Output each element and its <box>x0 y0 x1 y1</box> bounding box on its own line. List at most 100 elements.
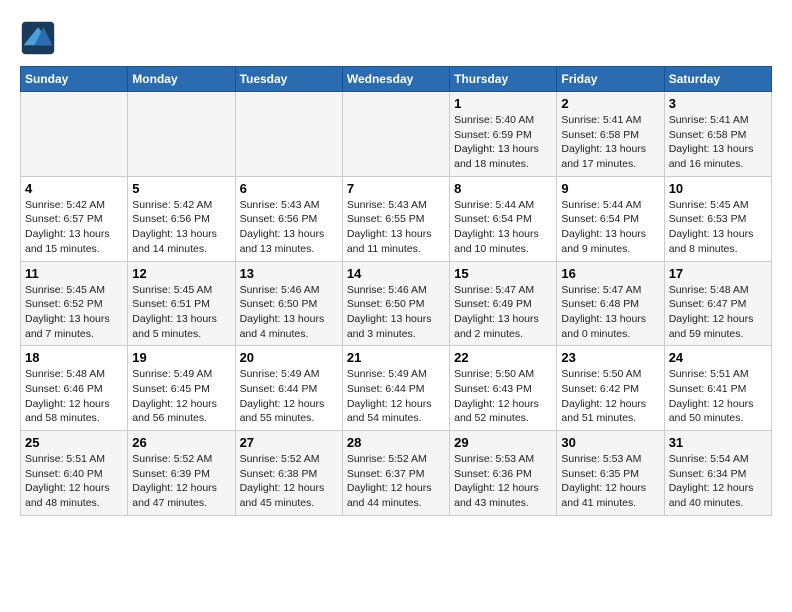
weekday-header-tuesday: Tuesday <box>235 67 342 92</box>
day-info: Sunrise: 5:45 AM Sunset: 6:52 PM Dayligh… <box>25 283 123 342</box>
calendar-week-4: 18 Sunrise: 5:48 AM Sunset: 6:46 PM Dayli… <box>21 346 772 431</box>
weekday-header-thursday: Thursday <box>450 67 557 92</box>
weekday-row: SundayMondayTuesdayWednesdayThursdayFrid… <box>21 67 772 92</box>
day-number: 9 <box>561 181 659 196</box>
day-number: 5 <box>132 181 230 196</box>
calendar-cell: 31 Sunrise: 5:54 AM Sunset: 6:34 PM Dayli… <box>664 431 771 516</box>
day-number: 29 <box>454 435 552 450</box>
day-info: Sunrise: 5:49 AM Sunset: 6:44 PM Dayligh… <box>347 367 445 426</box>
logo-icon <box>20 20 56 56</box>
calendar-cell <box>128 92 235 177</box>
calendar-cell: 25 Sunrise: 5:51 AM Sunset: 6:40 PM Dayli… <box>21 431 128 516</box>
calendar-cell: 28Sunrise: 5:52 AM Sunset: 6:37 PM Dayli… <box>342 431 449 516</box>
calendar-cell: 11 Sunrise: 5:45 AM Sunset: 6:52 PM Dayli… <box>21 261 128 346</box>
day-info: Sunrise: 5:45 AM Sunset: 6:53 PM Dayligh… <box>669 198 767 257</box>
day-number: 15 <box>454 266 552 281</box>
day-number: 4 <box>25 181 123 196</box>
day-info: Sunrise: 5:53 AM Sunset: 6:36 PM Dayligh… <box>454 452 552 511</box>
day-number: 17 <box>669 266 767 281</box>
calendar-cell: 8 Sunrise: 5:44 AM Sunset: 6:54 PM Daylig… <box>450 176 557 261</box>
day-info: Sunrise: 5:53 AM Sunset: 6:35 PM Dayligh… <box>561 452 659 511</box>
day-number: 2 <box>561 96 659 111</box>
day-info: Sunrise: 5:50 AM Sunset: 6:43 PM Dayligh… <box>454 367 552 426</box>
day-info: Sunrise: 5:43 AM Sunset: 6:55 PM Dayligh… <box>347 198 445 257</box>
day-number: 11 <box>25 266 123 281</box>
day-info: Sunrise: 5:44 AM Sunset: 6:54 PM Dayligh… <box>454 198 552 257</box>
day-info: Sunrise: 5:42 AM Sunset: 6:57 PM Dayligh… <box>25 198 123 257</box>
day-info: Sunrise: 5:51 AM Sunset: 6:40 PM Dayligh… <box>25 452 123 511</box>
day-number: 7 <box>347 181 445 196</box>
calendar-cell: 18 Sunrise: 5:48 AM Sunset: 6:46 PM Dayli… <box>21 346 128 431</box>
day-number: 22 <box>454 350 552 365</box>
calendar-cell: 6 Sunrise: 5:43 AM Sunset: 6:56 PM Daylig… <box>235 176 342 261</box>
day-info: Sunrise: 5:49 AM Sunset: 6:45 PM Dayligh… <box>132 367 230 426</box>
day-info: Sunrise: 5:49 AM Sunset: 6:44 PM Dayligh… <box>240 367 338 426</box>
day-number: 6 <box>240 181 338 196</box>
calendar-cell: 20 Sunrise: 5:49 AM Sunset: 6:44 PM Dayli… <box>235 346 342 431</box>
day-number: 24 <box>669 350 767 365</box>
calendar-week-2: 4 Sunrise: 5:42 AM Sunset: 6:57 PM Daylig… <box>21 176 772 261</box>
day-number: 16 <box>561 266 659 281</box>
logo <box>20 20 60 56</box>
day-number: 31 <box>669 435 767 450</box>
weekday-header-friday: Friday <box>557 67 664 92</box>
calendar-cell: 5Sunrise: 5:42 AM Sunset: 6:56 PM Daylig… <box>128 176 235 261</box>
day-number: 20 <box>240 350 338 365</box>
calendar-cell: 9Sunrise: 5:44 AM Sunset: 6:54 PM Daylig… <box>557 176 664 261</box>
day-info: Sunrise: 5:45 AM Sunset: 6:51 PM Dayligh… <box>132 283 230 342</box>
weekday-header-monday: Monday <box>128 67 235 92</box>
day-info: Sunrise: 5:47 AM Sunset: 6:48 PM Dayligh… <box>561 283 659 342</box>
day-number: 27 <box>240 435 338 450</box>
weekday-header-sunday: Sunday <box>21 67 128 92</box>
calendar-cell: 27 Sunrise: 5:52 AM Sunset: 6:38 PM Dayli… <box>235 431 342 516</box>
day-number: 14 <box>347 266 445 281</box>
calendar-cell: 1 Sunrise: 5:40 AM Sunset: 6:59 PM Daylig… <box>450 92 557 177</box>
calendar-cell: 24 Sunrise: 5:51 AM Sunset: 6:41 PM Dayli… <box>664 346 771 431</box>
day-info: Sunrise: 5:50 AM Sunset: 6:42 PM Dayligh… <box>561 367 659 426</box>
day-info: Sunrise: 5:52 AM Sunset: 6:38 PM Dayligh… <box>240 452 338 511</box>
day-info: Sunrise: 5:48 AM Sunset: 6:47 PM Dayligh… <box>669 283 767 342</box>
day-number: 26 <box>132 435 230 450</box>
calendar-cell: 7 Sunrise: 5:43 AM Sunset: 6:55 PM Daylig… <box>342 176 449 261</box>
day-info: Sunrise: 5:52 AM Sunset: 6:37 PM Dayligh… <box>347 452 445 511</box>
calendar-cell: 2 Sunrise: 5:41 AM Sunset: 6:58 PM Daylig… <box>557 92 664 177</box>
day-info: Sunrise: 5:41 AM Sunset: 6:58 PM Dayligh… <box>561 113 659 172</box>
day-info: Sunrise: 5:52 AM Sunset: 6:39 PM Dayligh… <box>132 452 230 511</box>
calendar-cell: 30Sunrise: 5:53 AM Sunset: 6:35 PM Dayli… <box>557 431 664 516</box>
weekday-header-wednesday: Wednesday <box>342 67 449 92</box>
day-number: 12 <box>132 266 230 281</box>
calendar-cell <box>342 92 449 177</box>
day-info: Sunrise: 5:46 AM Sunset: 6:50 PM Dayligh… <box>347 283 445 342</box>
calendar-week-1: 1 Sunrise: 5:40 AM Sunset: 6:59 PM Daylig… <box>21 92 772 177</box>
day-number: 18 <box>25 350 123 365</box>
calendar-cell: 26 Sunrise: 5:52 AM Sunset: 6:39 PM Dayli… <box>128 431 235 516</box>
calendar-cell: 10 Sunrise: 5:45 AM Sunset: 6:53 PM Dayli… <box>664 176 771 261</box>
calendar-cell: 14 Sunrise: 5:46 AM Sunset: 6:50 PM Dayli… <box>342 261 449 346</box>
day-number: 19 <box>132 350 230 365</box>
day-info: Sunrise: 5:40 AM Sunset: 6:59 PM Dayligh… <box>454 113 552 172</box>
day-number: 23 <box>561 350 659 365</box>
calendar-header: SundayMondayTuesdayWednesdayThursdayFrid… <box>21 67 772 92</box>
calendar-cell: 12 Sunrise: 5:45 AM Sunset: 6:51 PM Dayli… <box>128 261 235 346</box>
day-info: Sunrise: 5:51 AM Sunset: 6:41 PM Dayligh… <box>669 367 767 426</box>
calendar-body: 1 Sunrise: 5:40 AM Sunset: 6:59 PM Daylig… <box>21 92 772 516</box>
calendar-cell: 22 Sunrise: 5:50 AM Sunset: 6:43 PM Dayli… <box>450 346 557 431</box>
day-number: 10 <box>669 181 767 196</box>
day-number: 1 <box>454 96 552 111</box>
calendar-cell: 19 Sunrise: 5:49 AM Sunset: 6:45 PM Dayli… <box>128 346 235 431</box>
calendar-cell: 13Sunrise: 5:46 AM Sunset: 6:50 PM Dayli… <box>235 261 342 346</box>
day-info: Sunrise: 5:47 AM Sunset: 6:49 PM Dayligh… <box>454 283 552 342</box>
calendar-cell: 3Sunrise: 5:41 AM Sunset: 6:58 PM Daylig… <box>664 92 771 177</box>
day-number: 8 <box>454 181 552 196</box>
day-info: Sunrise: 5:41 AM Sunset: 6:58 PM Dayligh… <box>669 113 767 172</box>
calendar-table: SundayMondayTuesdayWednesdayThursdayFrid… <box>20 66 772 516</box>
day-info: Sunrise: 5:48 AM Sunset: 6:46 PM Dayligh… <box>25 367 123 426</box>
calendar-cell: 29 Sunrise: 5:53 AM Sunset: 6:36 PM Dayli… <box>450 431 557 516</box>
calendar-cell <box>235 92 342 177</box>
calendar-week-3: 11 Sunrise: 5:45 AM Sunset: 6:52 PM Dayli… <box>21 261 772 346</box>
day-info: Sunrise: 5:43 AM Sunset: 6:56 PM Dayligh… <box>240 198 338 257</box>
calendar-cell <box>21 92 128 177</box>
day-info: Sunrise: 5:54 AM Sunset: 6:34 PM Dayligh… <box>669 452 767 511</box>
calendar-cell: 21Sunrise: 5:49 AM Sunset: 6:44 PM Dayli… <box>342 346 449 431</box>
day-number: 25 <box>25 435 123 450</box>
